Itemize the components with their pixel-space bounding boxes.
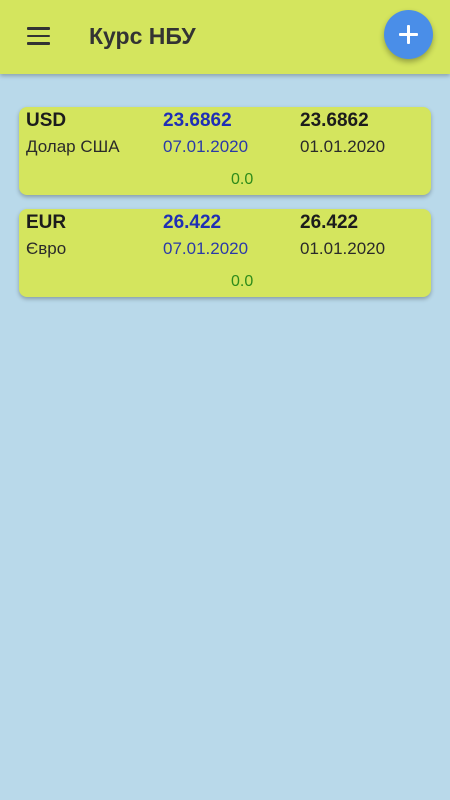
currency-card-eur[interactable]: EUR Євро 26.422 07.01.2020 26.422 01.01.… bbox=[19, 209, 431, 297]
currency-code: EUR bbox=[26, 212, 67, 233]
current-rate: 26.422 bbox=[163, 212, 222, 233]
current-date: 07.01.2020 bbox=[163, 137, 249, 156]
currency-name: Євро bbox=[26, 239, 67, 258]
base-rate: 23.6862 bbox=[300, 110, 369, 131]
menu-icon[interactable] bbox=[27, 27, 50, 45]
rate-change: 0.0 bbox=[231, 171, 254, 188]
base-date: 01.01.2020 bbox=[300, 137, 386, 156]
currency-code: USD bbox=[26, 110, 67, 131]
base-rate: 26.422 bbox=[300, 212, 359, 233]
rate-change: 0.0 bbox=[231, 273, 254, 290]
currency-name: Долар США bbox=[26, 137, 120, 156]
current-date: 07.01.2020 bbox=[163, 239, 249, 258]
add-currency-button[interactable] bbox=[384, 10, 433, 59]
app-bar: Курс НБУ bbox=[0, 0, 450, 74]
currency-card-usd[interactable]: USD Долар США 23.6862 07.01.2020 23.6862… bbox=[19, 107, 431, 195]
current-rate: 23.6862 bbox=[163, 110, 232, 131]
base-date: 01.01.2020 bbox=[300, 239, 386, 258]
page-title: Курс НБУ bbox=[89, 23, 196, 49]
